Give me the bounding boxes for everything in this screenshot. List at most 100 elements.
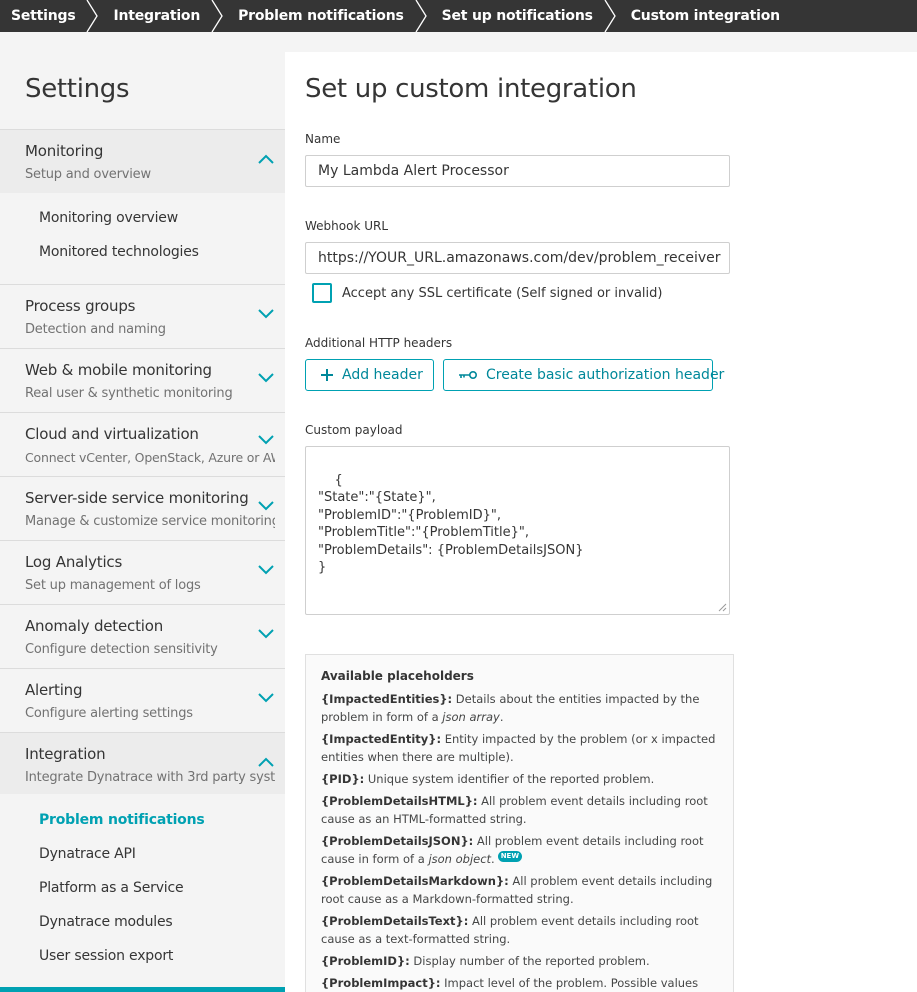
chevron-up-icon xyxy=(258,757,274,767)
create-basic-auth-header-label: Create basic authorization header xyxy=(486,367,725,383)
section-subtitle: Detection and naming xyxy=(25,322,166,337)
placeholder-item: {ProblemDetailsJSON}: All problem event … xyxy=(321,832,718,868)
name-label: Name xyxy=(305,132,341,146)
main-content: Set up custom integration Name My Lambda… xyxy=(285,52,917,992)
page-title: Set up custom integration xyxy=(305,74,637,104)
section-subtitle: Configure detection sensitivity xyxy=(25,642,218,657)
accept-ssl-checkbox[interactable] xyxy=(312,283,332,303)
placeholder-key: {ProblemID}: xyxy=(321,954,410,968)
chevron-down-icon xyxy=(258,693,274,703)
section-title: Monitoring xyxy=(25,142,104,160)
plus-icon xyxy=(320,368,334,382)
section-subtitle: Setup and overview xyxy=(25,167,151,182)
sidebar-section-anomaly-detection[interactable]: Anomaly detection Configure detection se… xyxy=(0,604,285,668)
chevron-down-icon xyxy=(258,373,274,383)
breadcrumb-label: Custom integration xyxy=(630,8,780,24)
section-subtitle: Integrate Dynatrace with 3rd party syste… xyxy=(25,770,275,785)
breadcrumb-label: Problem notifications xyxy=(238,8,404,24)
placeholder-item: {ProblemImpact}: Impact level of the pro… xyxy=(321,974,718,992)
sidebar-item-dynatrace-api[interactable]: Dynatrace API xyxy=(39,846,136,862)
sidebar-section-monitoring[interactable]: Monitoring Setup and overview xyxy=(0,129,285,193)
settings-sidebar: Settings Monitoring Setup and overview M… xyxy=(0,32,285,992)
placeholder-item: {ProblemDetailsMarkdown}: All problem ev… xyxy=(321,872,718,908)
sidebar-section-log-analytics[interactable]: Log Analytics Set up management of logs xyxy=(0,540,285,604)
ssl-certificate-row: Accept any SSL certificate (Self signed … xyxy=(312,283,662,303)
sidebar-section-cloud-virtualization[interactable]: Cloud and virtualization Connect vCenter… xyxy=(0,412,285,476)
placeholder-key: {ProblemDetailsJSON}: xyxy=(321,834,474,848)
section-title: Cloud and virtualization xyxy=(25,425,199,443)
section-title: Log Analytics xyxy=(25,553,123,571)
webhook-url-input[interactable]: https://YOUR_URL.amazonaws.com/dev/probl… xyxy=(305,242,730,274)
sidebar-item-monitored-technologies[interactable]: Monitored technologies xyxy=(39,244,199,260)
sidebar-item-dynatrace-modules[interactable]: Dynatrace modules xyxy=(39,914,173,930)
breadcrumb-separator-icon xyxy=(604,0,616,32)
name-input[interactable]: My Lambda Alert Processor xyxy=(305,155,730,187)
section-subtitle: Connect vCenter, OpenStack, Azure or AWS xyxy=(25,450,275,465)
section-title: Integration xyxy=(25,745,106,763)
sidebar-section-integration[interactable]: Integration Integrate Dynatrace with 3rd… xyxy=(0,732,285,794)
accept-ssl-label: Accept any SSL certificate (Self signed … xyxy=(342,285,663,301)
sidebar-item-user-session-export[interactable]: User session export xyxy=(39,948,173,964)
section-title: Server-side service monitoring xyxy=(25,489,249,507)
custom-payload-textarea[interactable]: { "State":"{State}", "ProblemID":"{Probl… xyxy=(305,446,730,615)
placeholder-tail: . xyxy=(499,710,504,724)
chevron-up-icon xyxy=(258,154,274,164)
placeholder-description: Unique system identifier of the reported… xyxy=(364,772,655,786)
placeholder-key: {ImpactedEntity}: xyxy=(321,732,442,746)
sidebar-section-alerting[interactable]: Alerting Configure alerting settings xyxy=(0,668,285,732)
key-icon xyxy=(458,370,478,380)
chevron-down-icon xyxy=(258,501,274,511)
webhook-url-label: Webhook URL xyxy=(305,219,389,233)
breadcrumb-separator-icon xyxy=(86,0,99,32)
placeholder-key: {ProblemDetailsHTML}: xyxy=(321,794,478,808)
section-subtitle: Configure alerting settings xyxy=(25,706,193,721)
chevron-down-icon xyxy=(258,435,274,445)
breadcrumb-problem-notifications[interactable]: Problem notifications xyxy=(218,0,427,32)
section-title: Web & mobile monitoring xyxy=(25,361,212,379)
placeholder-item: {ImpactedEntity}: Entity impacted by the… xyxy=(321,730,718,766)
chevron-down-icon xyxy=(258,309,274,319)
section-subtitle: Set up management of logs xyxy=(25,578,201,593)
sidebar-item-platform-as-a-service[interactable]: Platform as a Service xyxy=(39,880,184,896)
placeholder-key: {ProblemDetailsMarkdown}: xyxy=(321,874,509,888)
http-headers-label: Additional HTTP headers xyxy=(305,336,453,350)
resize-handle-icon[interactable] xyxy=(718,603,727,612)
placeholder-key: {ImpactedEntities}: xyxy=(321,692,453,706)
breadcrumb: Settings Integration Problem notificatio… xyxy=(0,0,917,32)
chevron-down-icon xyxy=(258,565,274,575)
placeholder-key: {ProblemDetailsText}: xyxy=(321,914,469,928)
breadcrumb-custom-integration: Custom integration xyxy=(611,0,798,32)
sidebar-item-monitoring-overview[interactable]: Monitoring overview xyxy=(39,210,178,226)
sidebar-section-process-groups[interactable]: Process groups Detection and naming xyxy=(0,284,285,348)
new-badge: NEW xyxy=(497,851,523,863)
sidebar-title: Settings xyxy=(25,74,130,104)
section-title: Anomaly detection xyxy=(25,617,164,635)
breadcrumb-integration[interactable]: Integration xyxy=(93,0,223,32)
sidebar-section-web-mobile-monitoring[interactable]: Web & mobile monitoring Real user & synt… xyxy=(0,348,285,412)
placeholder-key: {PID}: xyxy=(321,772,365,786)
placeholder-type: json object xyxy=(428,852,492,866)
placeholder-tail: . xyxy=(491,852,495,866)
placeholder-item: {ProblemDetailsHTML}: All problem event … xyxy=(321,792,718,828)
breadcrumb-separator-icon xyxy=(415,0,427,32)
breadcrumb-label: Integration xyxy=(113,8,201,24)
placeholders-title: Available placeholders xyxy=(321,669,474,683)
sidebar-bottom-divider xyxy=(0,987,285,992)
placeholder-description: Display number of the reported problem. xyxy=(409,954,650,968)
placeholder-item: {ProblemDetailsText}: All problem event … xyxy=(321,912,718,948)
section-subtitle: Real user & synthetic monitoring xyxy=(25,386,233,401)
section-title: Alerting xyxy=(25,681,83,699)
breadcrumb-settings[interactable]: Settings xyxy=(0,0,99,32)
available-placeholders-panel: Available placeholders {ImpactedEntities… xyxy=(305,654,734,992)
sidebar-item-problem-notifications[interactable]: Problem notifications xyxy=(39,812,205,828)
placeholder-key: {ProblemImpact}: xyxy=(321,976,441,990)
add-header-label: Add header xyxy=(342,367,423,383)
section-subtitle: Manage & customize service monitoring xyxy=(25,514,275,529)
placeholders-list: {ImpactedEntities}: Details about the en… xyxy=(321,690,718,992)
add-header-button[interactable]: Add header xyxy=(305,359,434,391)
breadcrumb-set-up-notifications[interactable]: Set up notifications xyxy=(422,0,616,32)
create-basic-auth-header-button[interactable]: Create basic authorization header xyxy=(443,359,724,391)
placeholder-item: {ProblemID}: Display number of the repor… xyxy=(321,952,718,970)
breadcrumb-label: Set up notifications xyxy=(441,8,593,24)
sidebar-section-server-side-service-monitoring[interactable]: Server-side service monitoring Manage & … xyxy=(0,476,285,540)
